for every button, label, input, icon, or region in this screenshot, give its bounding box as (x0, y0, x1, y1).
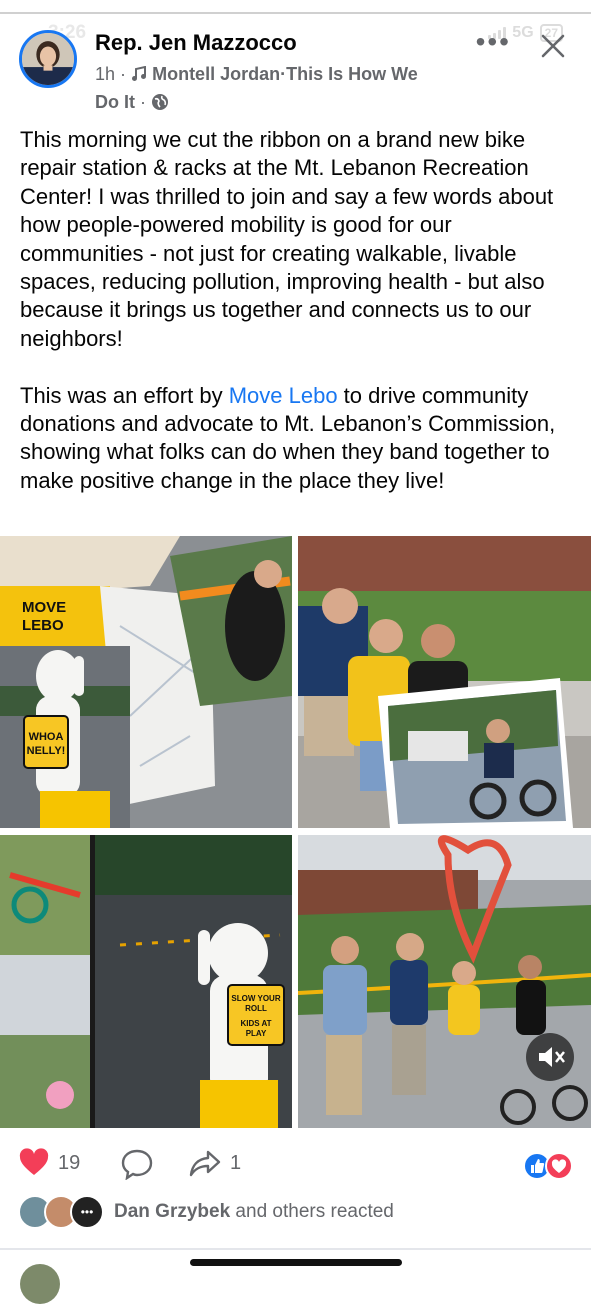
music-note-icon (132, 65, 147, 81)
home-indicator[interactable] (190, 1259, 402, 1266)
reaction-summary-icons[interactable] (523, 1152, 573, 1180)
reaction-bar: 19 1 (0, 1140, 591, 1188)
author-name[interactable]: Rep. Jen Mazzocco (95, 30, 297, 56)
meta-dot-3: · (140, 92, 147, 112)
photo-collage-1[interactable]: MOVE LEBO WHOA NELLY! (0, 536, 292, 828)
move-lebo-link[interactable]: Move Lebo (229, 383, 338, 408)
photo-collage-3[interactable]: SLOW YOUR ROLL KIDS AT PLAY (0, 835, 292, 1128)
song-artist[interactable]: Montell Jordan (152, 64, 280, 84)
top-divider (0, 0, 591, 14)
share-icon (189, 1150, 221, 1177)
post-paragraph-1: This morning we cut the ribbon on a bran… (20, 127, 554, 351)
post-meta: 1h · Montell Jordan·This Is How We Do It… (95, 60, 495, 116)
meta-dot: · (120, 64, 127, 84)
song-title[interactable]: This Is How We (286, 64, 418, 84)
slow-sign-line1: SLOW YOUR (231, 994, 280, 1003)
close-icon[interactable] (537, 30, 569, 62)
whoa-sign-line2: NELLY! (27, 745, 66, 757)
post-time[interactable]: 1h (95, 64, 115, 84)
slow-sign-line4: PLAY (246, 1029, 267, 1038)
slow-sign-line3: KIDS AT (240, 1019, 271, 1028)
love-reaction-icon (545, 1152, 573, 1180)
share-button[interactable]: 1 (188, 1148, 241, 1178)
like-button[interactable]: 19 (18, 1148, 80, 1178)
reacted-summary[interactable]: ••• Dan Grzybek and others reacted (18, 1195, 394, 1229)
next-item-avatar (20, 1264, 60, 1304)
author-avatar[interactable] (19, 30, 77, 88)
move-lebo-sign-line2: LEBO (22, 617, 64, 634)
comment-button[interactable] (120, 1148, 154, 1180)
video-ribbon-cutting[interactable] (298, 835, 591, 1128)
whoa-sign-line1: WHOA (29, 731, 64, 743)
reacted-suffix: and others reacted (230, 1201, 394, 1222)
more-icon[interactable]: ••• (476, 26, 511, 58)
reactor-name[interactable]: Dan Grzybek (114, 1201, 230, 1222)
section-divider (0, 1248, 591, 1250)
comment-icon (121, 1149, 153, 1180)
more-reactors-icon: ••• (70, 1195, 104, 1229)
post-paragraph-2: This was an effort by Move Lebo to drive… (20, 382, 576, 496)
globe-icon (152, 94, 169, 110)
paragraph-2-lead: This was an effort by (20, 382, 229, 408)
post-body: This morning we cut the ribbon on a bran… (20, 126, 576, 495)
network-type: 5G (512, 24, 534, 41)
mute-icon[interactable] (526, 1033, 574, 1081)
reacted-text: Dan Grzybek and others reacted (114, 1201, 394, 1223)
move-lebo-sign-line1: MOVE (22, 599, 66, 616)
heart-outline-icon (19, 1148, 49, 1175)
slow-sign-line2: ROLL (245, 1004, 267, 1013)
song-title-cont[interactable]: Do It (95, 92, 135, 112)
photo-group-2[interactable] (298, 536, 591, 828)
likes-count: 19 (58, 1151, 81, 1174)
shares-count: 1 (230, 1151, 242, 1174)
